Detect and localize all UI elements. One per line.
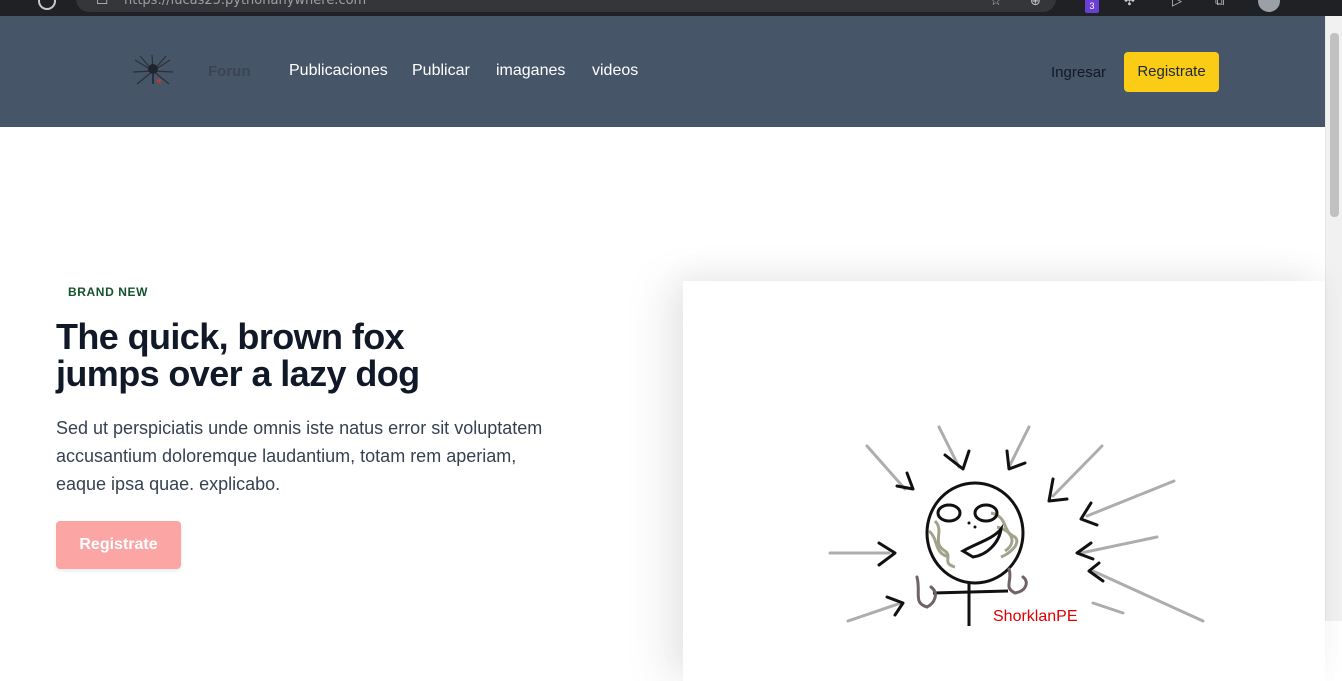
hero-eyebrow: BRAND NEW <box>68 285 149 299</box>
hero-description: Sed ut perspiciatis unde omnis iste natu… <box>56 418 543 494</box>
collections-icon[interactable]: ⧉ <box>1215 0 1224 8</box>
media-icon[interactable]: ▷ <box>1172 0 1182 8</box>
login-link[interactable]: Ingresar <box>1051 64 1106 81</box>
extension-badge[interactable]: 3 <box>1085 0 1099 13</box>
hero-title: The quick, brown fox jumps over a lazy d… <box>56 318 496 392</box>
nav-imaganes[interactable]: imaganes <box>496 62 565 80</box>
install-app-icon[interactable]: ⊕ <box>1030 0 1041 8</box>
profile-avatar-icon[interactable] <box>1258 0 1280 12</box>
hero-image-card: ShorklanPE <box>683 281 1325 681</box>
drawing-caption: ShorklanPE <box>993 608 1078 625</box>
extensions-icon[interactable]: ✣ <box>1124 0 1135 8</box>
nav-publicar[interactable]: Publicar <box>412 62 470 80</box>
page-scrollbar[interactable] <box>1325 16 1342 621</box>
hero-title-line2: jumps over a lazy dog <box>56 353 420 394</box>
brand-name[interactable]: Forun <box>208 63 251 80</box>
url-text[interactable]: https://lucas25.pythonanywhere.com <box>124 0 366 8</box>
site-header: Forun Publicaciones Publicar imaganes vi… <box>0 16 1325 127</box>
spiky-creature-logo-icon[interactable] <box>132 54 174 88</box>
nav-publicaciones[interactable]: Publicaciones <box>289 62 388 80</box>
nav-videos[interactable]: videos <box>592 62 638 80</box>
hero-register-button[interactable]: Registrate <box>56 521 181 569</box>
scrollbar-thumb[interactable] <box>1330 33 1339 217</box>
signup-button[interactable]: Registrate <box>1124 52 1219 92</box>
reload-icon[interactable] <box>38 0 56 10</box>
browser-toolbar: ▭ https://lucas25.pythonanywhere.com ☆ ⊕… <box>0 0 1342 16</box>
bookmark-star-icon[interactable]: ☆ <box>990 0 1002 8</box>
site-info-icon[interactable]: ▭ <box>96 0 108 8</box>
hero-title-line1: The quick, brown fox <box>56 316 405 357</box>
